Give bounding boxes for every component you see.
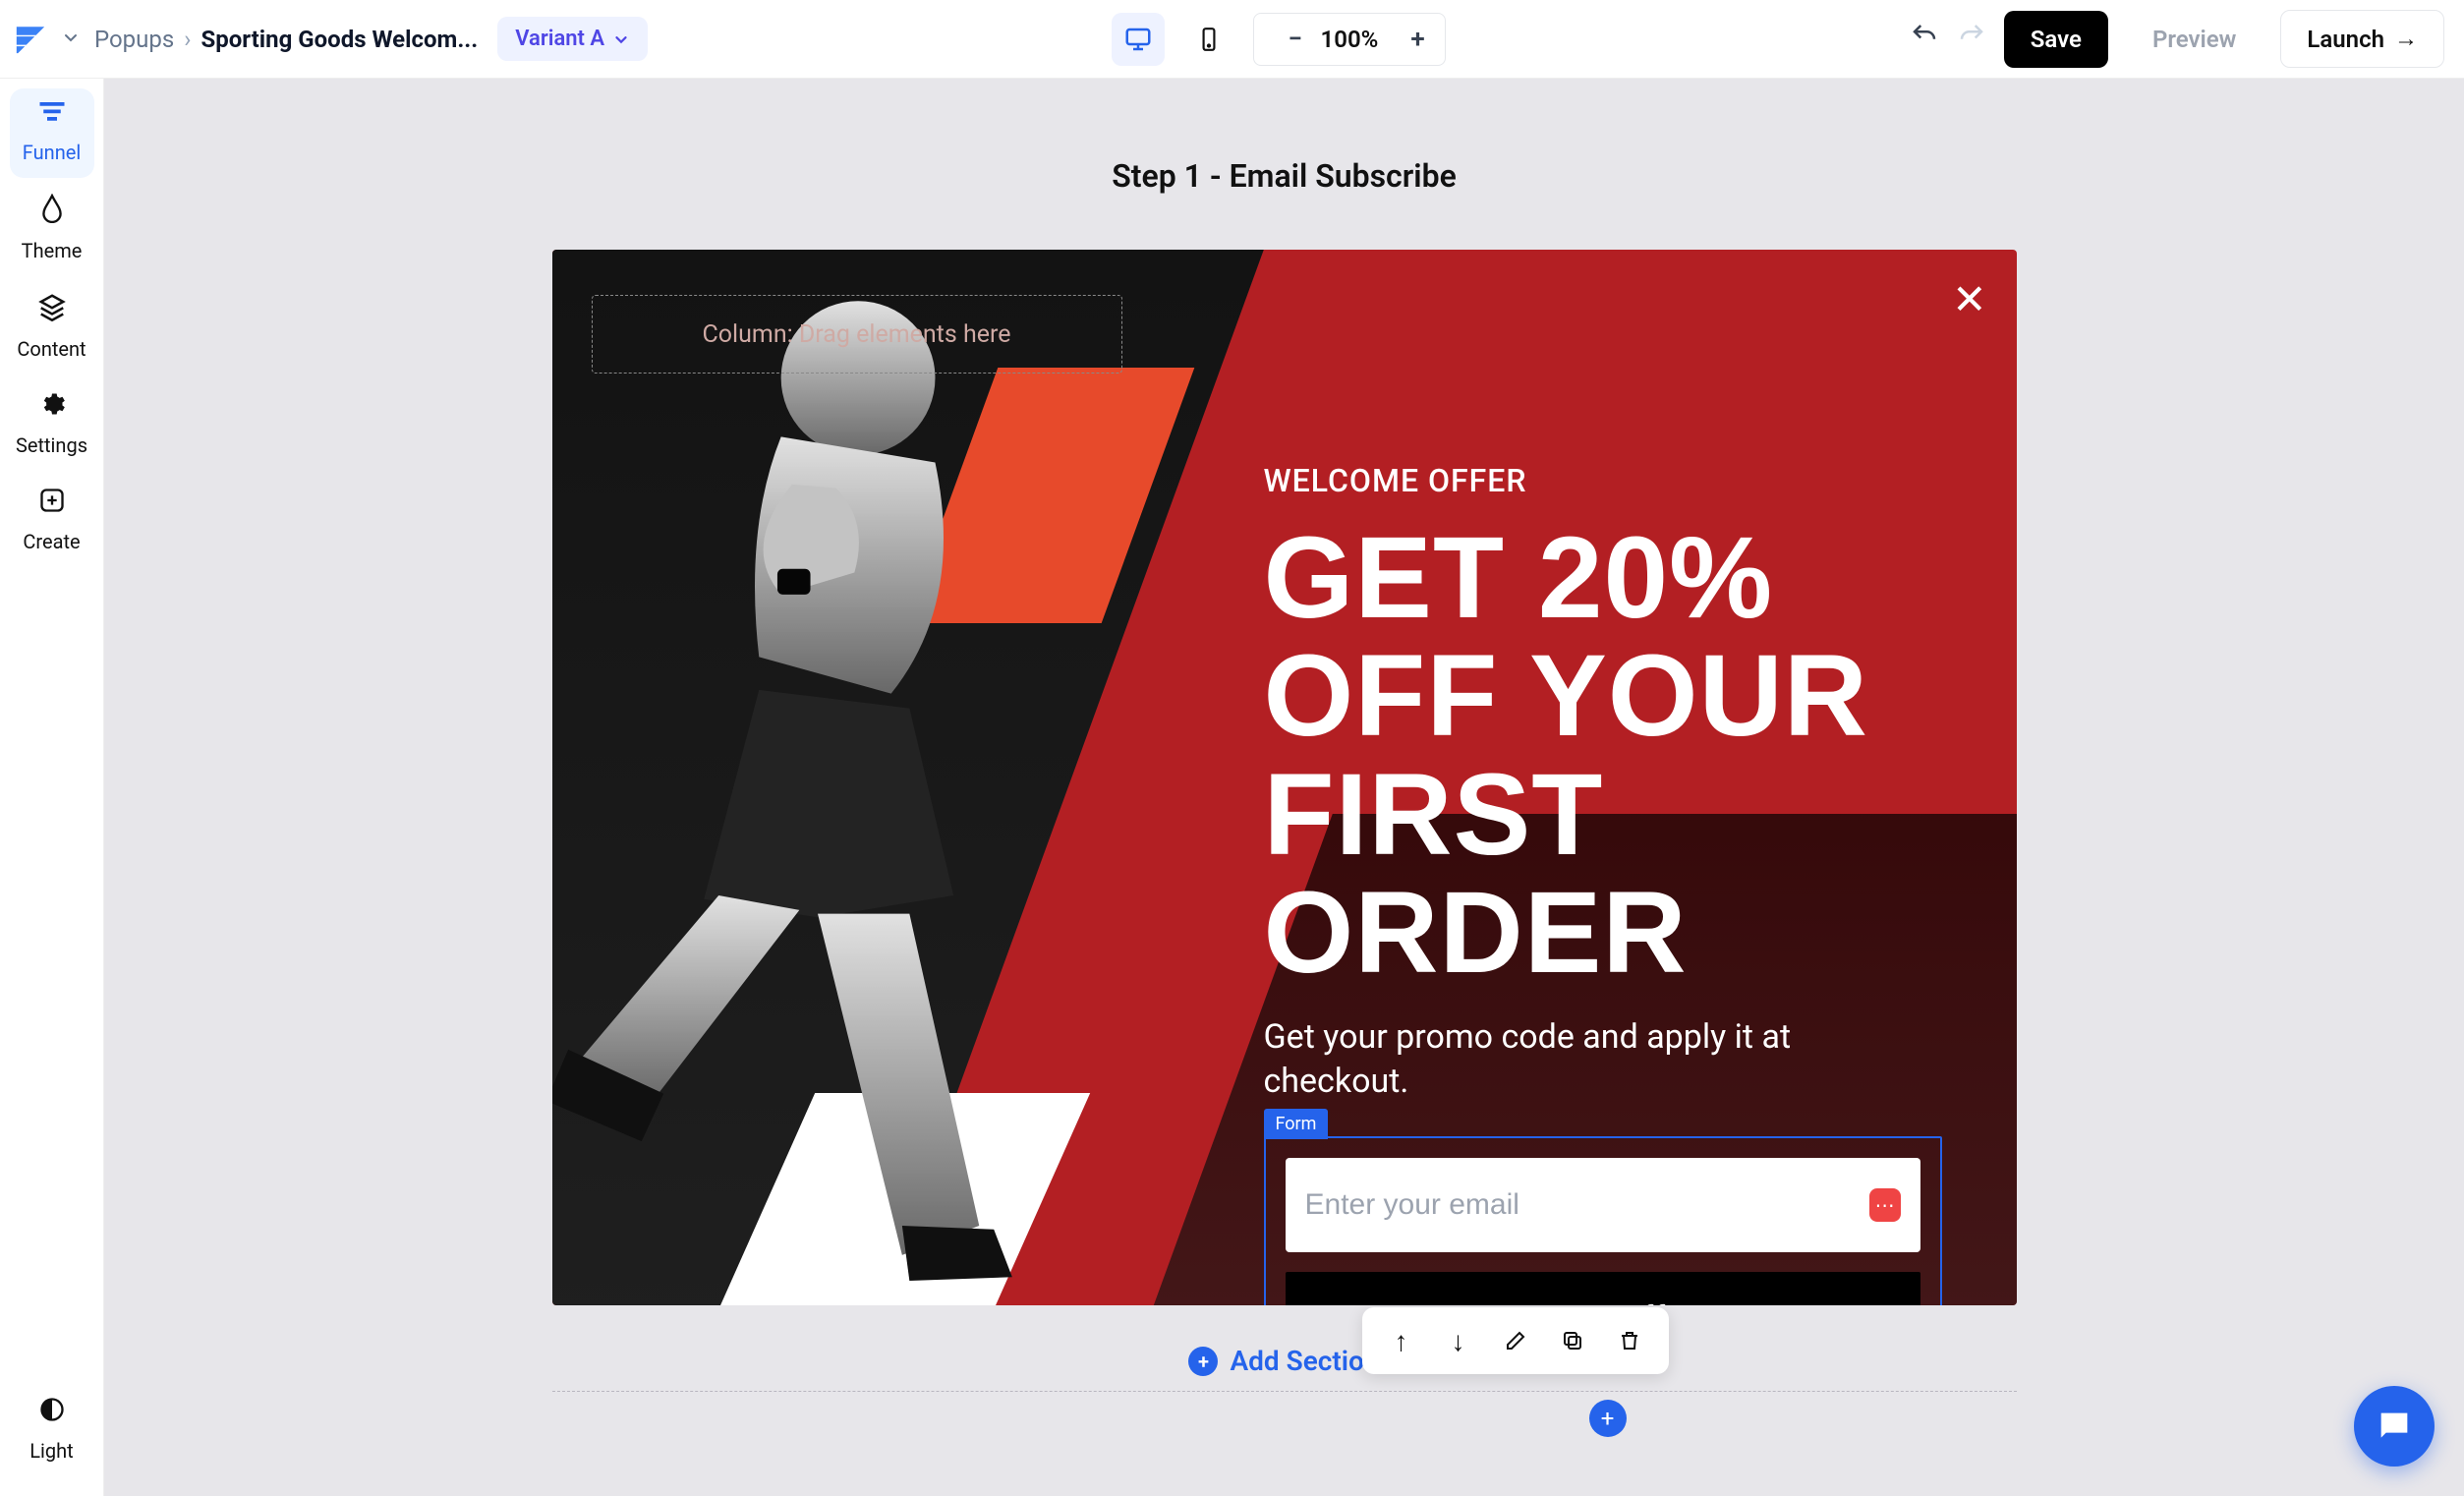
zoom-out-button[interactable]: − xyxy=(1262,10,1315,69)
funnel-icon xyxy=(37,98,67,133)
selection-tag: Form xyxy=(1264,1109,1329,1139)
rail-theme-mode-label: Light xyxy=(29,1439,73,1463)
rail-content[interactable]: Content xyxy=(10,282,94,374)
duplicate-button[interactable] xyxy=(1551,1319,1594,1362)
app-logo[interactable] xyxy=(12,21,49,58)
submit-button[interactable]: Get 20% Off → xyxy=(1286,1272,1920,1305)
move-up-button[interactable]: ↑ xyxy=(1380,1319,1423,1362)
form-element-selected[interactable]: Form ⋯ Get 20% Off → xyxy=(1264,1136,1942,1305)
chevron-right-icon: › xyxy=(184,26,191,53)
popup-close-button[interactable]: ✕ xyxy=(1952,275,1986,324)
edit-button[interactable] xyxy=(1494,1319,1537,1362)
redo-button[interactable] xyxy=(1957,21,1986,58)
add-element-button[interactable]: + xyxy=(1589,1400,1627,1437)
rail-content-label: Content xyxy=(17,337,86,361)
rail-funnel[interactable]: Funnel xyxy=(10,88,94,178)
rail-create[interactable]: Create xyxy=(10,477,94,567)
breadcrumb: Popups › Sporting Goods Welcom... xyxy=(94,26,478,53)
hero-runner-image xyxy=(552,269,1093,1301)
delete-button[interactable] xyxy=(1608,1319,1651,1362)
plus-circle-icon: + xyxy=(1188,1347,1218,1376)
breadcrumb-current: Sporting Goods Welcom... xyxy=(201,26,478,53)
rail-theme-mode[interactable]: Light xyxy=(10,1386,94,1476)
rail-funnel-label: Funnel xyxy=(23,141,81,164)
popup-canvas[interactable]: ✕ Column: Drag elements here WELCOME OFF… xyxy=(552,250,2017,1305)
layers-icon xyxy=(37,292,67,329)
arrow-right-icon: → xyxy=(1683,1299,1716,1305)
breadcrumb-root[interactable]: Popups xyxy=(94,26,174,53)
contrast-icon xyxy=(38,1396,66,1431)
rail-theme-label: Theme xyxy=(22,239,83,262)
add-section-label: Add Section xyxy=(1230,1345,1379,1377)
variant-selector[interactable]: Variant A xyxy=(497,17,648,61)
preview-button[interactable]: Preview xyxy=(2126,11,2263,68)
section-divider xyxy=(552,1391,2017,1392)
element-toolbar: ↑ ↓ xyxy=(1362,1307,1669,1374)
undo-button[interactable] xyxy=(1910,21,1939,58)
rail-settings[interactable]: Settings xyxy=(10,380,94,471)
launch-label: Launch xyxy=(2307,26,2384,53)
rail-create-label: Create xyxy=(23,530,80,553)
email-input[interactable] xyxy=(1305,1188,1860,1222)
gear-icon xyxy=(38,390,66,426)
droplet-icon xyxy=(39,194,65,231)
rail-settings-label: Settings xyxy=(16,433,87,457)
move-down-button[interactable]: ↓ xyxy=(1437,1319,1480,1362)
canvas-step-title: Step 1 - Email Subscribe xyxy=(104,157,2464,195)
chat-widget-button[interactable] xyxy=(2354,1386,2435,1467)
popup-headline[interactable]: GET 20% OFF YOUR FIRST ORDER xyxy=(1264,519,1942,992)
zoom-control: − 100% + xyxy=(1253,13,1447,66)
popup-subtext[interactable]: Get your promo code and apply it at chec… xyxy=(1264,1015,1942,1102)
popup-overline[interactable]: WELCOME OFFER xyxy=(1264,462,1942,499)
arrow-right-icon: → xyxy=(2394,25,2418,53)
plus-square-icon xyxy=(38,487,66,522)
zoom-value: 100% xyxy=(1315,26,1385,53)
launch-button[interactable]: Launch → xyxy=(2280,10,2444,68)
empty-column-dropzone[interactable]: Column: Drag elements here xyxy=(592,295,1122,374)
device-desktop-button[interactable] xyxy=(1112,13,1165,66)
rail-theme[interactable]: Theme xyxy=(10,184,94,276)
email-input-row[interactable]: ⋯ xyxy=(1286,1158,1920,1252)
app-menu-chevron-icon[interactable] xyxy=(61,28,81,51)
field-options-icon[interactable]: ⋯ xyxy=(1869,1188,1901,1222)
submit-label: Get 20% Off xyxy=(1489,1299,1665,1305)
save-button[interactable]: Save xyxy=(2004,11,2108,68)
add-section-button[interactable]: + Add Section xyxy=(104,1345,2464,1377)
variant-label: Variant A xyxy=(515,27,604,51)
zoom-in-button[interactable]: + xyxy=(1384,10,1437,69)
device-mobile-button[interactable] xyxy=(1182,13,1235,66)
